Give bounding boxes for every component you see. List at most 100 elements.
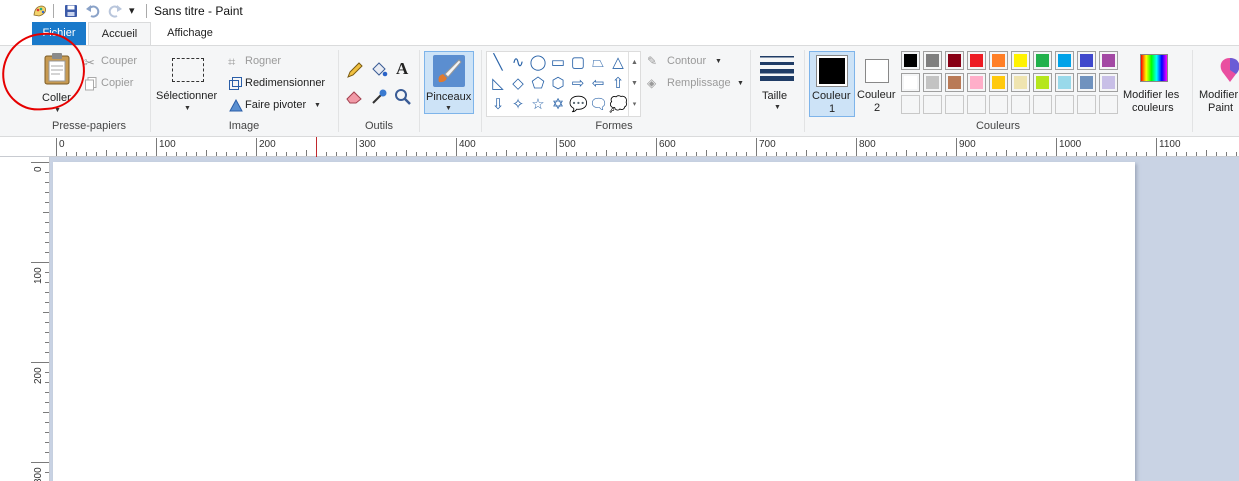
fill-button[interactable]: ◈ Remplissage ▼ [647,76,745,92]
palette-swatch[interactable] [923,73,942,92]
tab-affichage[interactable]: Affichage [152,22,228,45]
shape-item[interactable]: ⇨ [569,75,587,93]
shape-item[interactable]: ▢ [569,54,587,72]
shape-item[interactable]: ╲ [489,54,507,72]
shape-item[interactable]: ⏢ [589,54,607,72]
palette-swatch[interactable] [1033,95,1052,114]
pencil-icon[interactable] [346,62,363,79]
shape-item[interactable]: ⬠ [529,75,547,93]
ruler-tick [1026,152,1027,156]
shape-item[interactable]: ⬡ [549,75,567,93]
palette-swatch[interactable] [1055,73,1074,92]
edit-colors-button[interactable]: Modifier les couleurs [1122,51,1188,117]
shape-item[interactable]: ◇ [509,75,527,93]
palette-swatch[interactable] [901,51,920,70]
palette-swatch[interactable] [1011,95,1030,114]
ruler-tick [96,152,97,156]
shape-item[interactable]: ◺ [489,75,507,93]
palette-swatch[interactable] [1077,51,1096,70]
palette-swatch[interactable] [1011,73,1030,92]
shape-item[interactable]: ▭ [549,54,567,72]
save-icon[interactable] [63,3,79,19]
customize-dropdown-icon[interactable]: ▾ [129,4,135,17]
shape-item[interactable]: ⇩ [489,96,507,114]
shape-item[interactable]: 💭 [609,96,628,114]
copy-button[interactable]: Copier [84,76,146,92]
ruler-tick [156,138,157,156]
cut-button[interactable]: ✂ Couper [84,54,146,70]
palette-swatch[interactable] [1099,73,1118,92]
color-picker-icon[interactable] [371,88,388,105]
ruler-tick [45,202,49,203]
redo-icon[interactable] [107,3,123,19]
ruler-tick [796,152,797,156]
palette-swatch[interactable] [1033,73,1052,92]
ruler-tick [986,152,987,156]
shape-item[interactable]: 🗨 [589,96,608,114]
palette-swatch[interactable] [901,95,920,114]
ruler-tick [1016,152,1017,156]
palette-swatch[interactable] [989,73,1008,92]
resize-button[interactable]: Redimensionner [228,76,334,92]
color1-button[interactable]: Couleur 1 [809,51,855,117]
tab-accueil[interactable]: Accueil [88,22,151,46]
rotate-icon [229,99,243,112]
outline-button[interactable]: ✎ Contour ▼ [647,54,723,70]
eraser-icon[interactable] [346,89,364,104]
palette-swatch[interactable] [945,95,964,114]
color2-button[interactable]: Couleur 2 [857,51,899,117]
shape-item[interactable]: ⇧ [609,75,627,93]
palette-swatch[interactable] [989,95,1008,114]
palette-swatch[interactable] [989,51,1008,70]
shape-item[interactable]: ☆ [529,96,547,114]
edit-with-paint3d-button[interactable]: Modifier Paint [1196,51,1239,117]
shape-item[interactable]: ✧ [509,96,527,114]
ruler-tick [966,152,967,156]
rotate-button[interactable]: Faire pivoter ▼ [228,98,328,114]
palette-swatch[interactable] [945,73,964,92]
ruler-tick [45,392,49,393]
palette-swatch[interactable] [901,73,920,92]
text-tool-icon[interactable]: A [396,59,408,79]
ruler-cursor-marker [316,137,317,157]
brushes-button[interactable]: Pinceaux ▼ [424,51,474,114]
palette-swatch[interactable] [945,51,964,70]
palette-swatch[interactable] [1099,51,1118,70]
shape-item[interactable]: ⇦ [589,75,607,93]
size-button[interactable]: Taille ▼ [757,51,799,114]
undo-icon[interactable] [85,3,101,19]
palette-swatch[interactable] [1099,95,1118,114]
ruler-tick [45,332,49,333]
shape-item[interactable]: ∿ [509,54,527,72]
shape-item[interactable]: ◯ [529,54,547,72]
palette-swatch[interactable] [967,51,986,70]
fill-bucket-icon[interactable] [370,61,388,79]
palette-swatch[interactable] [1077,73,1096,92]
palette-swatch[interactable] [967,73,986,92]
paint-app-icon[interactable] [32,3,48,19]
crop-button[interactable]: ⌗ Rogner [228,54,308,70]
ruler-tick [926,152,927,156]
ruler-tick [846,152,847,156]
palette-swatch[interactable] [1077,95,1096,114]
palette-swatch[interactable] [1033,51,1052,70]
ruler-tick [806,150,807,156]
palette-swatch[interactable] [923,51,942,70]
palette-swatch[interactable] [923,95,942,114]
rotate-label: Faire pivoter [245,99,307,111]
palette-swatch[interactable] [1055,95,1074,114]
ruler-tick [216,152,217,156]
shape-item[interactable]: ✡ [549,96,567,114]
ruler-tick [1186,152,1187,156]
ruler-tick [45,192,49,193]
drawing-canvas[interactable] [53,162,1135,481]
palette-swatch[interactable] [1011,51,1030,70]
shape-item[interactable]: △ [609,54,627,72]
magnifier-icon[interactable] [394,88,411,105]
palette-swatch[interactable] [1055,51,1074,70]
select-button[interactable]: Sélectionner ▼ [154,50,222,116]
shapes-scrollbar[interactable]: ▲ ▼ ▾ [628,52,640,116]
ruler-tick [196,152,197,156]
palette-swatch[interactable] [967,95,986,114]
shape-item[interactable]: 💬 [569,96,588,114]
